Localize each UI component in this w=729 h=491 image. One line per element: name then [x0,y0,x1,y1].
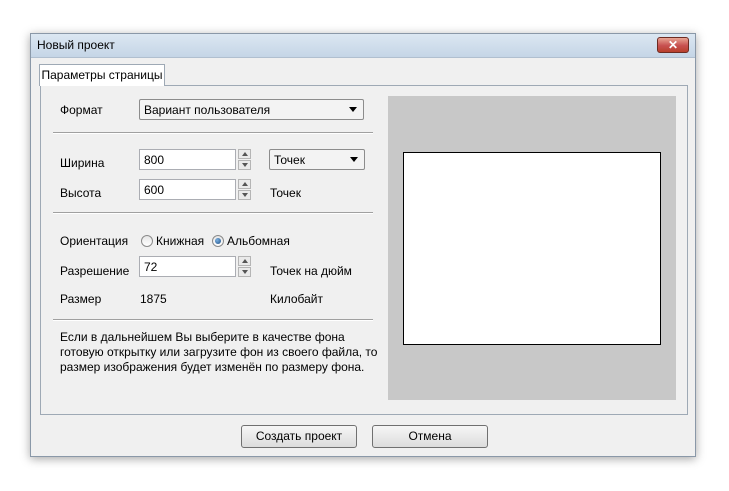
page-preview [388,96,676,400]
width-spinner [238,149,251,170]
radio-selected-icon [215,238,221,244]
background-note: Если в дальнейшем Вы выберите в качестве… [60,330,378,374]
arrow-down-icon [242,270,248,274]
resolution-unit-label: Точек на дюйм [270,264,352,278]
separator [53,132,373,134]
width-spin-up-button[interactable] [238,149,251,159]
new-project-dialog: Новый проект ✕ Параметры страницы Формат… [30,33,696,457]
width-input[interactable] [139,149,236,170]
width-label: Ширина [60,156,105,170]
arrow-down-icon [242,193,248,197]
arrow-up-icon [242,152,248,156]
format-select[interactable]: Вариант пользователя [139,99,364,120]
arrow-up-icon [242,182,248,186]
height-input[interactable] [139,179,236,200]
chevron-down-icon [349,107,357,112]
preview-page [403,152,661,345]
unit-select[interactable]: Точек [269,149,365,170]
landscape-label[interactable]: Альбомная [227,234,290,248]
resolution-spin-up-button[interactable] [238,256,251,266]
resolution-input[interactable] [139,256,236,277]
size-unit-label: Килобайт [270,292,323,306]
height-label: Высота [60,186,102,200]
format-label: Формат [60,103,103,117]
arrow-up-icon [242,259,248,263]
width-spin-down-button[interactable] [238,160,251,170]
tab-page-settings[interactable]: Параметры страницы [39,64,165,86]
height-unit-label: Точек [270,186,301,200]
size-label: Размер [60,292,102,306]
height-spin-down-button[interactable] [238,190,251,200]
title-bar[interactable]: Новый проект ✕ [31,34,695,58]
landscape-radio[interactable] [212,235,224,247]
chevron-down-icon [350,157,358,162]
height-spinner [238,179,251,200]
close-button[interactable]: ✕ [657,37,689,53]
arrow-down-icon [242,163,248,167]
cancel-button[interactable]: Отмена [372,425,488,448]
create-project-button[interactable]: Создать проект [241,425,357,448]
portrait-label[interactable]: Книжная [156,234,204,248]
orientation-label: Ориентация [60,234,129,248]
window-title: Новый проект [37,38,115,52]
format-select-value: Вариант пользователя [144,103,271,117]
resolution-spinner [238,256,251,277]
separator [53,319,373,321]
close-icon: ✕ [667,38,679,52]
unit-select-value: Точек [274,153,305,167]
page-settings-panel: Формат Вариант пользователя Ширина Точек… [40,85,688,415]
size-value: 1875 [140,292,167,306]
separator [53,212,373,214]
resolution-spin-down-button[interactable] [238,267,251,277]
portrait-radio[interactable] [141,235,153,247]
height-spin-up-button[interactable] [238,179,251,189]
resolution-label: Разрешение [60,264,130,278]
